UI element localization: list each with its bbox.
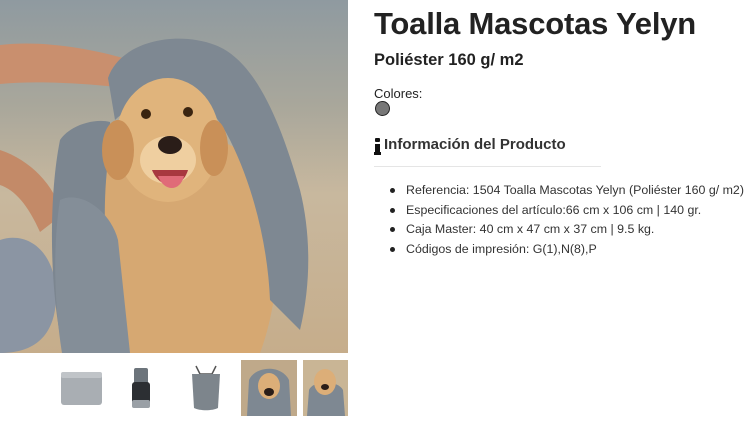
product-gallery: [0, 0, 348, 423]
detail-text: Códigos de impresión: G(1),N(8),P: [406, 241, 597, 256]
thumbnail-strip: [0, 360, 348, 416]
thumbnail-towel-pouch[interactable]: [182, 360, 230, 416]
bullet-icon: [390, 227, 395, 232]
thumbnail-rolled-towel[interactable]: [122, 360, 170, 416]
product-info: Toalla Mascotas Yelyn Poliéster 160 g/ m…: [374, 0, 748, 423]
product-subtitle: Poliéster 160 g/ m2: [374, 51, 524, 69]
thumbnail-dog-with-towel[interactable]: [241, 360, 297, 416]
color-swatch-grey[interactable]: [375, 101, 390, 116]
bullet-icon: [390, 207, 395, 213]
detail-item: Especificaciones del artículo:66 cm x 10…: [390, 201, 744, 221]
section-divider: [374, 166, 601, 167]
section-title: Información del Producto: [384, 136, 566, 153]
product-title: Toalla Mascotas Yelyn: [374, 6, 697, 41]
detail-item: Referencia: 1504 Toalla Mascotas Yelyn (…: [390, 181, 744, 201]
thumbnail-dog-portrait[interactable]: [303, 360, 348, 416]
dog-towel-illustration: [0, 38, 309, 353]
info-icon: [374, 138, 381, 155]
bullet-icon: [390, 188, 395, 193]
detail-text: Especificaciones del artículo:66 cm x 10…: [406, 202, 702, 217]
bullet-icon: [390, 246, 395, 252]
detail-text: Caja Master: 40 cm x 47 cm x 37 cm | 9.5…: [406, 222, 655, 236]
main-product-image: [0, 0, 348, 353]
colors-label: Colores:: [374, 86, 423, 101]
detail-item: Códigos de impresión: G(1),N(8),P: [390, 240, 744, 260]
detail-item: Caja Master: 40 cm x 47 cm x 37 cm | 9.5…: [390, 220, 744, 240]
product-details-list: Referencia: 1504 Toalla Mascotas Yelyn (…: [390, 181, 744, 259]
detail-text: Referencia: 1504 Toalla Mascotas Yelyn (…: [406, 183, 744, 197]
thumbnail-folded-towel[interactable]: [58, 360, 106, 416]
